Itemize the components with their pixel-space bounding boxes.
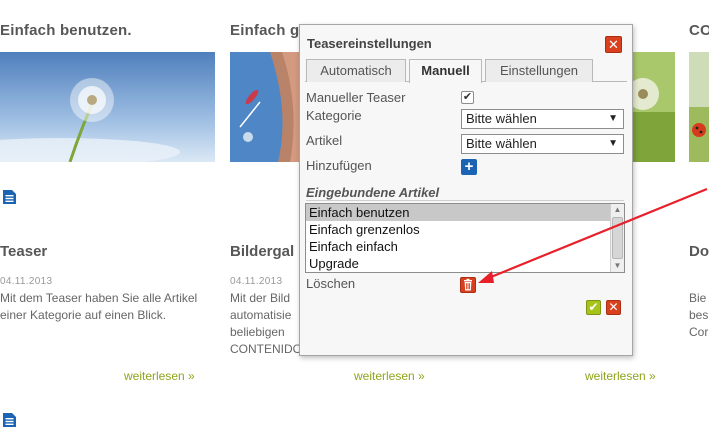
article-label: Artikel [306,133,343,148]
teaser-column-1: Einfach benutzen. Teaser 04.11.2013 Mit … [0,0,215,446]
read-more-link[interactable]: weiterlesen » [124,369,195,383]
category-select-value: Bitte wählen [466,111,537,126]
tab-einstellungen[interactable]: Einstellungen [485,59,593,82]
article-select[interactable]: Bitte wählen ▼ [461,134,624,154]
plus-icon[interactable]: + [461,159,477,175]
article-select-value: Bitte wählen [466,136,537,151]
teaser-date: 04.11.2013 [0,276,53,287]
chevron-down-icon: ▼ [608,138,618,149]
dialog-title: Teasereinstellungen [307,36,432,51]
tab-manuell[interactable]: Manuell [409,59,482,83]
manual-teaser-checkbox[interactable]: ✔ [461,91,474,104]
teaser-section-title: Do [689,243,709,260]
check-icon[interactable]: ✔ [586,300,601,315]
teaser-description: Bie bes Cor [689,291,709,339]
included-articles-list[interactable]: Einfach benutzen Einfach grenzenlos Einf… [305,203,625,273]
read-more-link[interactable]: weiterlesen » [354,369,425,383]
document-icon[interactable] [2,412,17,428]
teaser-image-ladybug[interactable] [689,52,709,162]
teaser-settings-dialog: Teasereinstellungen ✕ Automatisch Manuel… [299,24,633,356]
teaser-column-2: Einfach g Bildergal 04.11.2013 Mit der B… [230,0,300,446]
group-divider [306,200,624,201]
teaser-image-dandelion[interactable] [0,52,215,162]
tab-automatisch[interactable]: Automatisch [306,59,406,82]
category-select[interactable]: Bitte wählen ▼ [461,109,624,129]
scroll-up-icon[interactable]: ▲ [611,204,624,216]
column-title: CO [689,22,709,39]
included-articles-title: Eingebundene Artikel [306,185,440,200]
teaser-description: Mit der Bild automatisie beliebigen CONT… [230,291,300,356]
close-icon[interactable]: ✕ [605,36,622,53]
list-item[interactable]: Einfach grenzenlos [306,221,611,238]
list-item[interactable]: Upgrade [306,255,611,272]
chevron-down-icon: ▼ [608,113,618,124]
list-scrollbar[interactable]: ▲ ▼ [610,204,624,272]
add-label: Hinzufügen [306,158,372,173]
delete-label: Löschen [306,276,356,291]
scroll-down-icon[interactable]: ▼ [611,260,624,272]
document-icon[interactable] [2,189,17,205]
teaser-column-4: CO Do Bie bes Cor [689,0,709,446]
scroll-thumb[interactable] [612,217,623,259]
teaser-image-dandelion-green[interactable] [633,52,675,162]
category-label: Kategorie [306,108,362,123]
teaser-date: 04.11.2013 [230,276,283,287]
teaser-image-seeds[interactable] [230,52,300,162]
page: Einfach benutzen. Teaser 04.11.2013 Mit … [0,0,709,446]
teaser-description: Mit dem Teaser haben Sie alle Artikel ei… [0,291,198,322]
teaser-section-title: Bildergal [230,243,295,260]
list-item[interactable]: Einfach benutzen [306,204,611,221]
list-item[interactable]: Einfach einfach [306,238,611,255]
manual-teaser-label: Manueller Teaser [306,90,406,105]
trash-icon[interactable] [460,277,476,293]
column-title: Einfach benutzen. [0,22,132,39]
teaser-section-title: Teaser [0,243,48,260]
column-title: Einfach g [230,22,300,39]
read-more-link[interactable]: weiterlesen » [585,369,656,383]
close-icon[interactable]: ✕ [606,300,621,315]
